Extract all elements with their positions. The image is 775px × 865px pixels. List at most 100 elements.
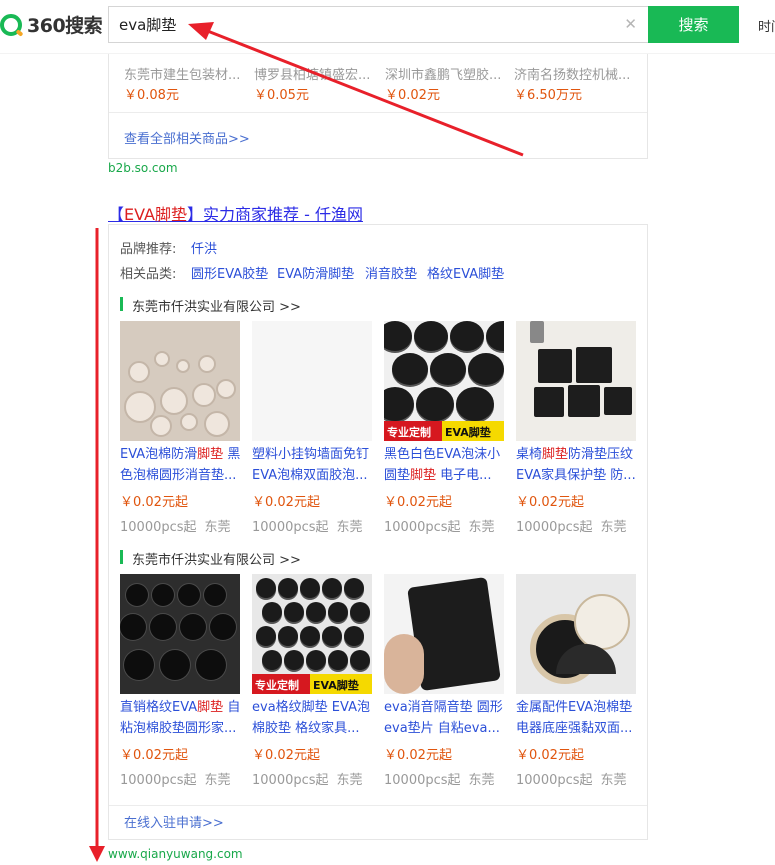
b2b-product-price: ￥0.08元 — [124, 88, 179, 103]
search-button[interactable]: 搜索 — [648, 6, 739, 43]
divider — [109, 112, 647, 113]
brand-link[interactable]: 仟洪 — [191, 238, 217, 257]
desc-highlight: 脚垫 — [542, 447, 569, 462]
product-image[interactable] — [120, 574, 240, 694]
related-label: 相关品类: — [120, 267, 177, 282]
related-link[interactable]: EVA防滑脚垫 — [277, 263, 354, 282]
b2b-product-price: ￥0.05元 — [254, 88, 309, 103]
product-meta: 10000pcs起 东莞 — [120, 769, 231, 788]
product-image[interactable] — [516, 321, 636, 441]
desc-highlight: 脚垫 — [197, 447, 224, 462]
product-image[interactable] — [120, 321, 240, 441]
product-price: ￥0.02元起 — [252, 495, 320, 510]
product-price: ￥0.02元起 — [120, 495, 188, 510]
desc-highlight: 脚垫 — [197, 700, 224, 715]
location: 东莞 — [336, 773, 363, 788]
product-title-link[interactable]: 塑料小挂钩墙面免钉EVA泡棉双面胶泡... — [252, 444, 374, 486]
apply-link[interactable]: 在线入驻申请>> — [124, 812, 224, 831]
related-link[interactable]: 消音胶垫 — [365, 263, 417, 282]
desc-text: 直销格纹EVA — [120, 700, 198, 715]
product-meta: 10000pcs起 东莞 — [384, 516, 495, 535]
search-input[interactable] — [119, 15, 599, 33]
header-bar: 360搜索 ✕ 搜索 时间 — [0, 0, 775, 54]
related-link[interactable]: 格纹EVA脚垫 — [427, 263, 504, 282]
min-order: 10000pcs起 — [516, 773, 593, 788]
product-image[interactable]: 专业定制 EVA脚垫 — [384, 321, 504, 441]
b2b-product-name[interactable]: 济南名扬数控机械... — [514, 64, 630, 83]
company-link[interactable]: 东莞市仟洪实业有限公司 >> — [120, 549, 301, 568]
result-domain: b2b.so.com — [108, 161, 178, 175]
desc-text: EVA泡棉防滑 — [120, 447, 198, 462]
product-title-link[interactable]: 金属配件EVA泡棉垫电器底座强黏双面... — [516, 697, 638, 739]
title-suffix: 】实力商家推荐 - 仟渔网 — [187, 205, 363, 224]
logo-text: 360搜索 — [27, 15, 103, 37]
desc-text: 桌椅 — [516, 447, 543, 462]
product-title-link[interactable]: 黑色白色EVA泡沫小圆垫脚垫 电子电... — [384, 444, 506, 486]
min-order: 10000pcs起 — [252, 520, 329, 535]
time-filter-link[interactable]: 时间 — [758, 16, 775, 35]
product-price: ￥0.02元起 — [252, 748, 320, 763]
banner-text: 专业定制 — [384, 421, 442, 441]
product-price: ￥0.02元起 — [516, 748, 584, 763]
product-meta: 10000pcs起 东莞 — [252, 516, 363, 535]
title-prefix: 【 — [108, 205, 125, 224]
min-order: 10000pcs起 — [384, 773, 461, 788]
title-highlight: EVA脚垫 — [124, 205, 187, 224]
desc-text: 电子电... — [436, 468, 492, 483]
product-title-link[interactable]: eva消音隔音垫 圆形eva垫片 自粘eva... — [384, 697, 506, 739]
product-image[interactable] — [516, 574, 636, 694]
desc-text: eva消音隔音垫 圆形eva垫片 自粘eva... — [384, 700, 503, 736]
product-price: ￥0.02元起 — [516, 495, 584, 510]
divider — [109, 805, 647, 806]
location: 东莞 — [336, 520, 363, 535]
logo[interactable]: 360搜索 — [0, 11, 103, 38]
product-price: ￥0.02元起 — [384, 748, 452, 763]
desc-text: 金属配件EVA泡棉垫电器底座强黏双面... — [516, 700, 633, 736]
location: 东莞 — [468, 773, 495, 788]
company-link[interactable]: 东莞市仟洪实业有限公司 >> — [120, 296, 301, 315]
product-image[interactable]: 专业定制 EVA脚垫 — [252, 574, 372, 694]
product-title-link[interactable]: 桌椅脚垫防滑垫压纹EVA家具保护垫 防... — [516, 444, 638, 486]
desc-text: eva格纹脚垫 EVA泡棉胶垫 格纹家具... — [252, 700, 370, 736]
result-title-link[interactable]: 【EVA脚垫】实力商家推荐 - 仟渔网 — [108, 201, 363, 225]
location: 东莞 — [468, 520, 495, 535]
product-meta: 10000pcs起 东莞 — [516, 516, 627, 535]
search-box[interactable]: ✕ — [108, 6, 649, 43]
product-title-link[interactable]: 直销格纹EVA脚垫 自粘泡棉胶垫圆形家... — [120, 697, 242, 739]
location: 东莞 — [600, 773, 627, 788]
product-price: ￥0.02元起 — [384, 495, 452, 510]
banner-text: EVA脚垫 — [442, 421, 504, 441]
product-title-link[interactable]: eva格纹脚垫 EVA泡棉胶垫 格纹家具... — [252, 697, 374, 739]
product-image[interactable] — [384, 574, 504, 694]
product-title-link[interactable]: EVA泡棉防滑脚垫 黑色泡棉圆形消音垫... — [120, 444, 242, 486]
location: 东莞 — [204, 520, 231, 535]
desc-highlight: 脚垫 — [410, 468, 437, 483]
result-domain: www.qianyuwang.com — [108, 847, 243, 861]
b2b-product-price: ￥6.50万元 — [514, 88, 582, 103]
min-order: 10000pcs起 — [516, 520, 593, 535]
b2b-product-name[interactable]: 东莞市建生包装材... — [124, 64, 240, 83]
b2b-product-name[interactable]: 深圳市鑫鹏飞塑胶... — [385, 64, 501, 83]
product-meta: 10000pcs起 东莞 — [516, 769, 627, 788]
close-icon[interactable]: ✕ — [624, 16, 637, 33]
min-order: 10000pcs起 — [120, 520, 197, 535]
related-link[interactable]: 圆形EVA胶垫 — [191, 263, 268, 282]
min-order: 10000pcs起 — [120, 773, 197, 788]
view-all-products-link[interactable]: 查看全部相关商品>> — [124, 128, 250, 147]
b2b-product-name[interactable]: 博罗县柏塘镇盛宏... — [254, 64, 370, 83]
location: 东莞 — [600, 520, 627, 535]
banner-text: 专业定制 — [252, 674, 310, 694]
location: 东莞 — [204, 773, 231, 788]
product-meta: 10000pcs起 东莞 — [120, 516, 231, 535]
desc-text: 塑料小挂钩墙面免钉EVA泡棉双面胶泡... — [252, 447, 370, 483]
product-price: ￥0.02元起 — [120, 748, 188, 763]
merchant-card: 品牌推荐: 仟洪 相关品类: 圆形EVA胶垫 EVA防滑脚垫 消音胶垫 格纹EV… — [108, 224, 648, 840]
arrowhead — [89, 846, 105, 862]
product-image[interactable] — [252, 321, 372, 441]
promo-banner: 专业定制 EVA脚垫 — [252, 674, 372, 694]
product-meta: 10000pcs起 东莞 — [384, 769, 495, 788]
banner-text: EVA脚垫 — [310, 674, 372, 694]
brand-label: 品牌推荐: — [120, 242, 177, 257]
product-meta: 10000pcs起 东莞 — [252, 769, 363, 788]
b2b-product-price: ￥0.02元 — [385, 88, 440, 103]
